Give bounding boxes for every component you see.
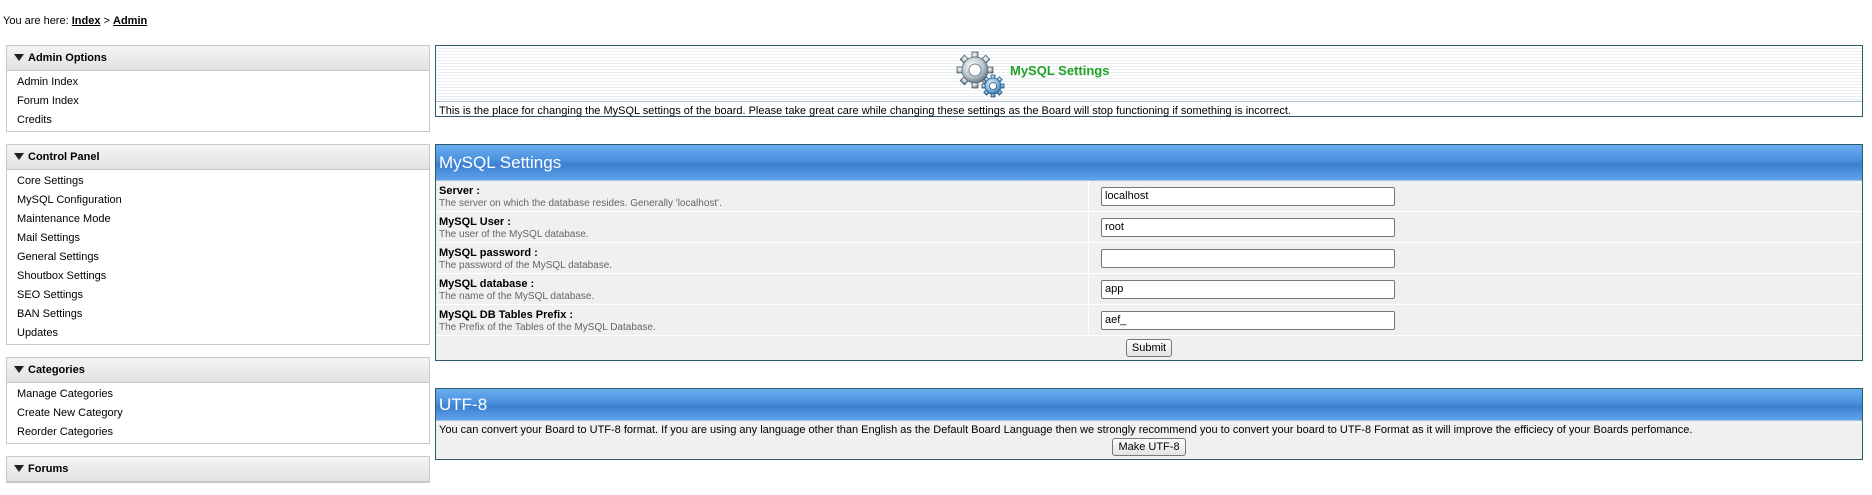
server-input[interactable] [1101, 186, 1395, 206]
panel-title: MySQL Settings [436, 145, 1862, 181]
sidebar-section-forums: Forums [6, 456, 430, 483]
collapse-triangle-icon[interactable] [14, 464, 24, 472]
collapse-triangle-icon[interactable] [14, 53, 24, 61]
sidebar-section-control-panel: Control Panel Core Settings MySQL Config… [6, 144, 430, 345]
info-description: This is the place for changing the MySQL… [439, 105, 1291, 117]
field-label: Server : [439, 185, 480, 197]
field-label: MySQL password : [439, 247, 538, 259]
sidebar-item-credits[interactable]: Credits [7, 111, 429, 130]
sidebar: Admin Options Admin Index Forum Index Cr… [6, 45, 430, 495]
sidebar-section-title: Control Panel [28, 151, 100, 163]
breadcrumb-prefix: You are here: [3, 15, 69, 27]
make-utf8-button[interactable]: Make UTF-8 [1112, 438, 1186, 456]
main-content: MySQL Settings This is the place for cha… [435, 45, 1863, 460]
utf8-description: You can convert your Board to UTF-8 form… [436, 421, 1862, 438]
sidebar-item-core-settings[interactable]: Core Settings [7, 172, 429, 191]
field-description: The password of the MySQL database. [439, 260, 613, 271]
field-description: The user of the MySQL database. [439, 229, 589, 240]
field-label: MySQL DB Tables Prefix : [439, 309, 574, 321]
sidebar-item-ban-settings[interactable]: BAN Settings [7, 305, 429, 324]
form-row-table-prefix: MySQL DB Tables Prefix : The Prefix of t… [436, 305, 1862, 336]
sidebar-section-header[interactable]: Forums [7, 457, 429, 482]
sidebar-section-header[interactable]: Control Panel [7, 145, 429, 170]
sidebar-item-maintenance-mode[interactable]: Maintenance Mode [7, 210, 429, 229]
field-label: MySQL database : [439, 278, 535, 290]
sidebar-item-mysql-configuration[interactable]: MySQL Configuration [7, 191, 429, 210]
sidebar-item-mail-settings[interactable]: Mail Settings [7, 229, 429, 248]
field-description: The name of the MySQL database. [439, 291, 595, 302]
form-row-server: Server : The server on which the databas… [436, 181, 1862, 212]
mysql-password-input[interactable] [1101, 248, 1395, 268]
form-row-mysql-database: MySQL database : The name of the MySQL d… [436, 274, 1862, 305]
sidebar-item-shoutbox-settings[interactable]: Shoutbox Settings [7, 267, 429, 286]
submit-button[interactable]: Submit [1125, 339, 1173, 357]
gears-icon [955, 50, 1007, 98]
sidebar-item-forum-index[interactable]: Forum Index [7, 92, 429, 111]
form-row-mysql-password: MySQL password : The password of the MyS… [436, 243, 1862, 274]
collapse-triangle-icon[interactable] [14, 365, 24, 373]
table-prefix-input[interactable] [1101, 310, 1395, 330]
sidebar-item-create-new-category[interactable]: Create New Category [7, 404, 429, 423]
info-box: MySQL Settings This is the place for cha… [435, 45, 1863, 117]
sidebar-item-updates[interactable]: Updates [7, 324, 429, 343]
sidebar-item-manage-categories[interactable]: Manage Categories [7, 385, 429, 404]
field-description: The Prefix of the Tables of the MySQL Da… [439, 322, 656, 333]
panel-title: UTF-8 [436, 389, 1862, 421]
breadcrumb-link-index[interactable]: Index [72, 15, 101, 27]
utf8-panel: UTF-8 You can convert your Board to UTF-… [435, 388, 1863, 460]
sidebar-section-title: Admin Options [28, 52, 107, 64]
sidebar-section-categories: Categories Manage Categories Create New … [6, 357, 430, 444]
breadcrumb-link-admin[interactable]: Admin [113, 15, 147, 27]
sidebar-section-header[interactable]: Admin Options [7, 46, 429, 71]
breadcrumb-separator: > [103, 15, 110, 27]
collapse-triangle-icon[interactable] [14, 152, 24, 160]
breadcrumb: You are here: Index > Admin [3, 15, 147, 27]
field-label: MySQL User : [439, 216, 511, 228]
sidebar-item-general-settings[interactable]: General Settings [7, 248, 429, 267]
sidebar-section-title: Forums [28, 463, 69, 475]
mysql-settings-panel: MySQL Settings Server : The server on wh… [435, 144, 1863, 361]
mysql-database-input[interactable] [1101, 279, 1395, 299]
sidebar-item-reorder-categories[interactable]: Reorder Categories [7, 423, 429, 442]
info-header: MySQL Settings [436, 46, 1862, 102]
info-title: MySQL Settings [1010, 63, 1110, 78]
sidebar-section-title: Categories [28, 364, 85, 376]
sidebar-item-seo-settings[interactable]: SEO Settings [7, 286, 429, 305]
mysql-user-input[interactable] [1101, 217, 1395, 237]
form-row-mysql-user: MySQL User : The user of the MySQL datab… [436, 212, 1862, 243]
sidebar-section-admin-options: Admin Options Admin Index Forum Index Cr… [6, 45, 430, 132]
sidebar-section-header[interactable]: Categories [7, 358, 429, 383]
field-description: The server on which the database resides… [439, 198, 722, 209]
sidebar-item-admin-index[interactable]: Admin Index [7, 73, 429, 92]
